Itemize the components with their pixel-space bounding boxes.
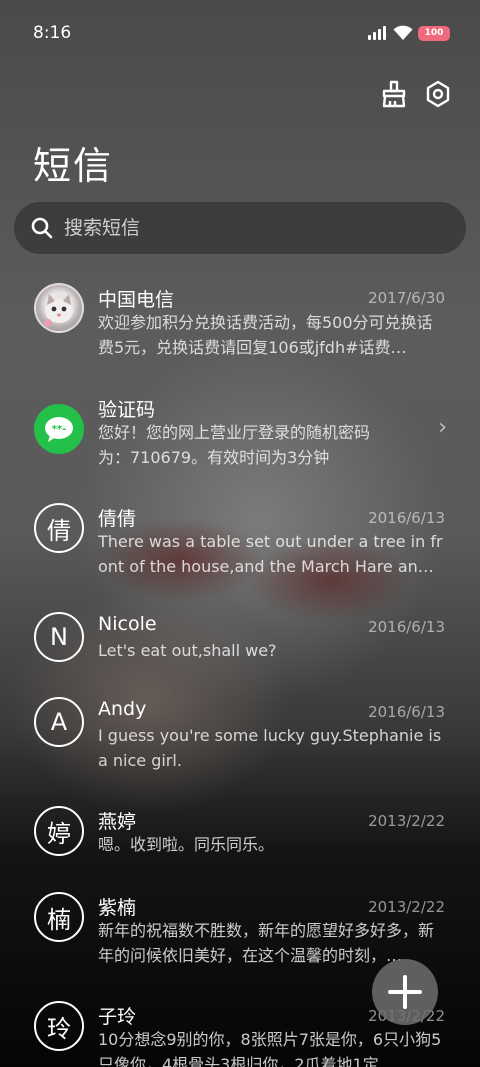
conversation-item[interactable]: 倩 倩倩 2016/6/13 There was a table set out… <box>0 503 480 603</box>
contact-name: 验证码 <box>98 399 156 421</box>
message-preview: 10分想念9别的你，8张照片7张是你，6只小狗5只像你，4根骨头3根归你，2爪着… <box>98 1030 442 1067</box>
conversation-item[interactable]: A Andy 2016/6/13 I guess you're some luc… <box>0 697 480 797</box>
conversation-item[interactable]: **- 验证码 您好！您的网上营业厅登录的随机密码为：710679。有效时间为3… <box>0 393 480 493</box>
conversation-item[interactable]: N Nicole 2016/6/13 Let's eat out,shall w… <box>0 612 480 672</box>
message-icon: **- <box>34 404 84 454</box>
contact-name: 子玲 <box>98 1006 137 1028</box>
settings-icon[interactable] <box>420 76 456 112</box>
avatar: 玲 <box>34 1001 84 1051</box>
message-preview: Let's eat out,shall we? <box>98 641 277 660</box>
message-preview: 欢迎参加积分兑换话费活动，每500分可兑换话费5元，兑换话费请回复106或jfd… <box>98 313 433 357</box>
contact-name: 中国电信 <box>98 289 175 311</box>
message-preview: I guess you're some lucky guy.Stephanie … <box>98 726 442 770</box>
avatar: N <box>34 612 84 662</box>
signal-icon <box>368 26 386 40</box>
message-date: 2016/6/13 <box>368 509 445 527</box>
search-icon <box>31 217 53 239</box>
message-preview: 嗯。收到啦。同乐同乐。 <box>98 835 275 854</box>
avatar: 婷 <box>34 806 84 856</box>
search-input[interactable] <box>64 217 424 239</box>
avatar: 楠 <box>34 892 84 942</box>
chevron-right-icon: › <box>438 415 447 440</box>
message-date: 2013/2/22 <box>368 812 445 830</box>
status-time: 8:16 <box>33 23 72 43</box>
plus-icon <box>388 975 422 1009</box>
battery-icon: 100 <box>418 26 450 41</box>
status-bar: 8:16 100 <box>0 0 480 66</box>
contact-name: 紫楠 <box>98 897 137 919</box>
contact-name: Andy <box>98 698 147 720</box>
message-date: 2016/6/13 <box>368 703 445 721</box>
contact-name: 倩倩 <box>98 508 137 530</box>
conversation-item[interactable]: 中国电信 2017/6/30 欢迎参加积分兑换话费活动，每500分可兑换话费5元… <box>0 283 480 383</box>
clean-brush-icon[interactable] <box>376 76 412 112</box>
message-date: 2016/6/13 <box>368 618 445 636</box>
contact-name: 燕婷 <box>98 811 137 833</box>
contact-name: Nicole <box>98 613 157 635</box>
wifi-icon <box>393 25 413 40</box>
conversation-item[interactable]: 婷 燕婷 2013/2/22 嗯。收到啦。同乐同乐。 <box>0 806 480 866</box>
message-date: 2013/2/22 <box>368 898 445 916</box>
message-preview: 您好！您的网上营业厅登录的随机密码为：710679。有效时间为3分钟 <box>98 423 371 467</box>
avatar: A <box>34 697 84 747</box>
message-preview: There was a table set out under a tree i… <box>98 532 443 576</box>
avatar <box>34 283 84 333</box>
svg-text:**-: **- <box>52 424 67 435</box>
search-bar[interactable] <box>14 202 466 254</box>
message-date: 2017/6/30 <box>368 289 445 307</box>
compose-button[interactable] <box>372 959 438 1025</box>
avatar: 倩 <box>34 503 84 553</box>
page-title: 短信 <box>33 144 114 188</box>
